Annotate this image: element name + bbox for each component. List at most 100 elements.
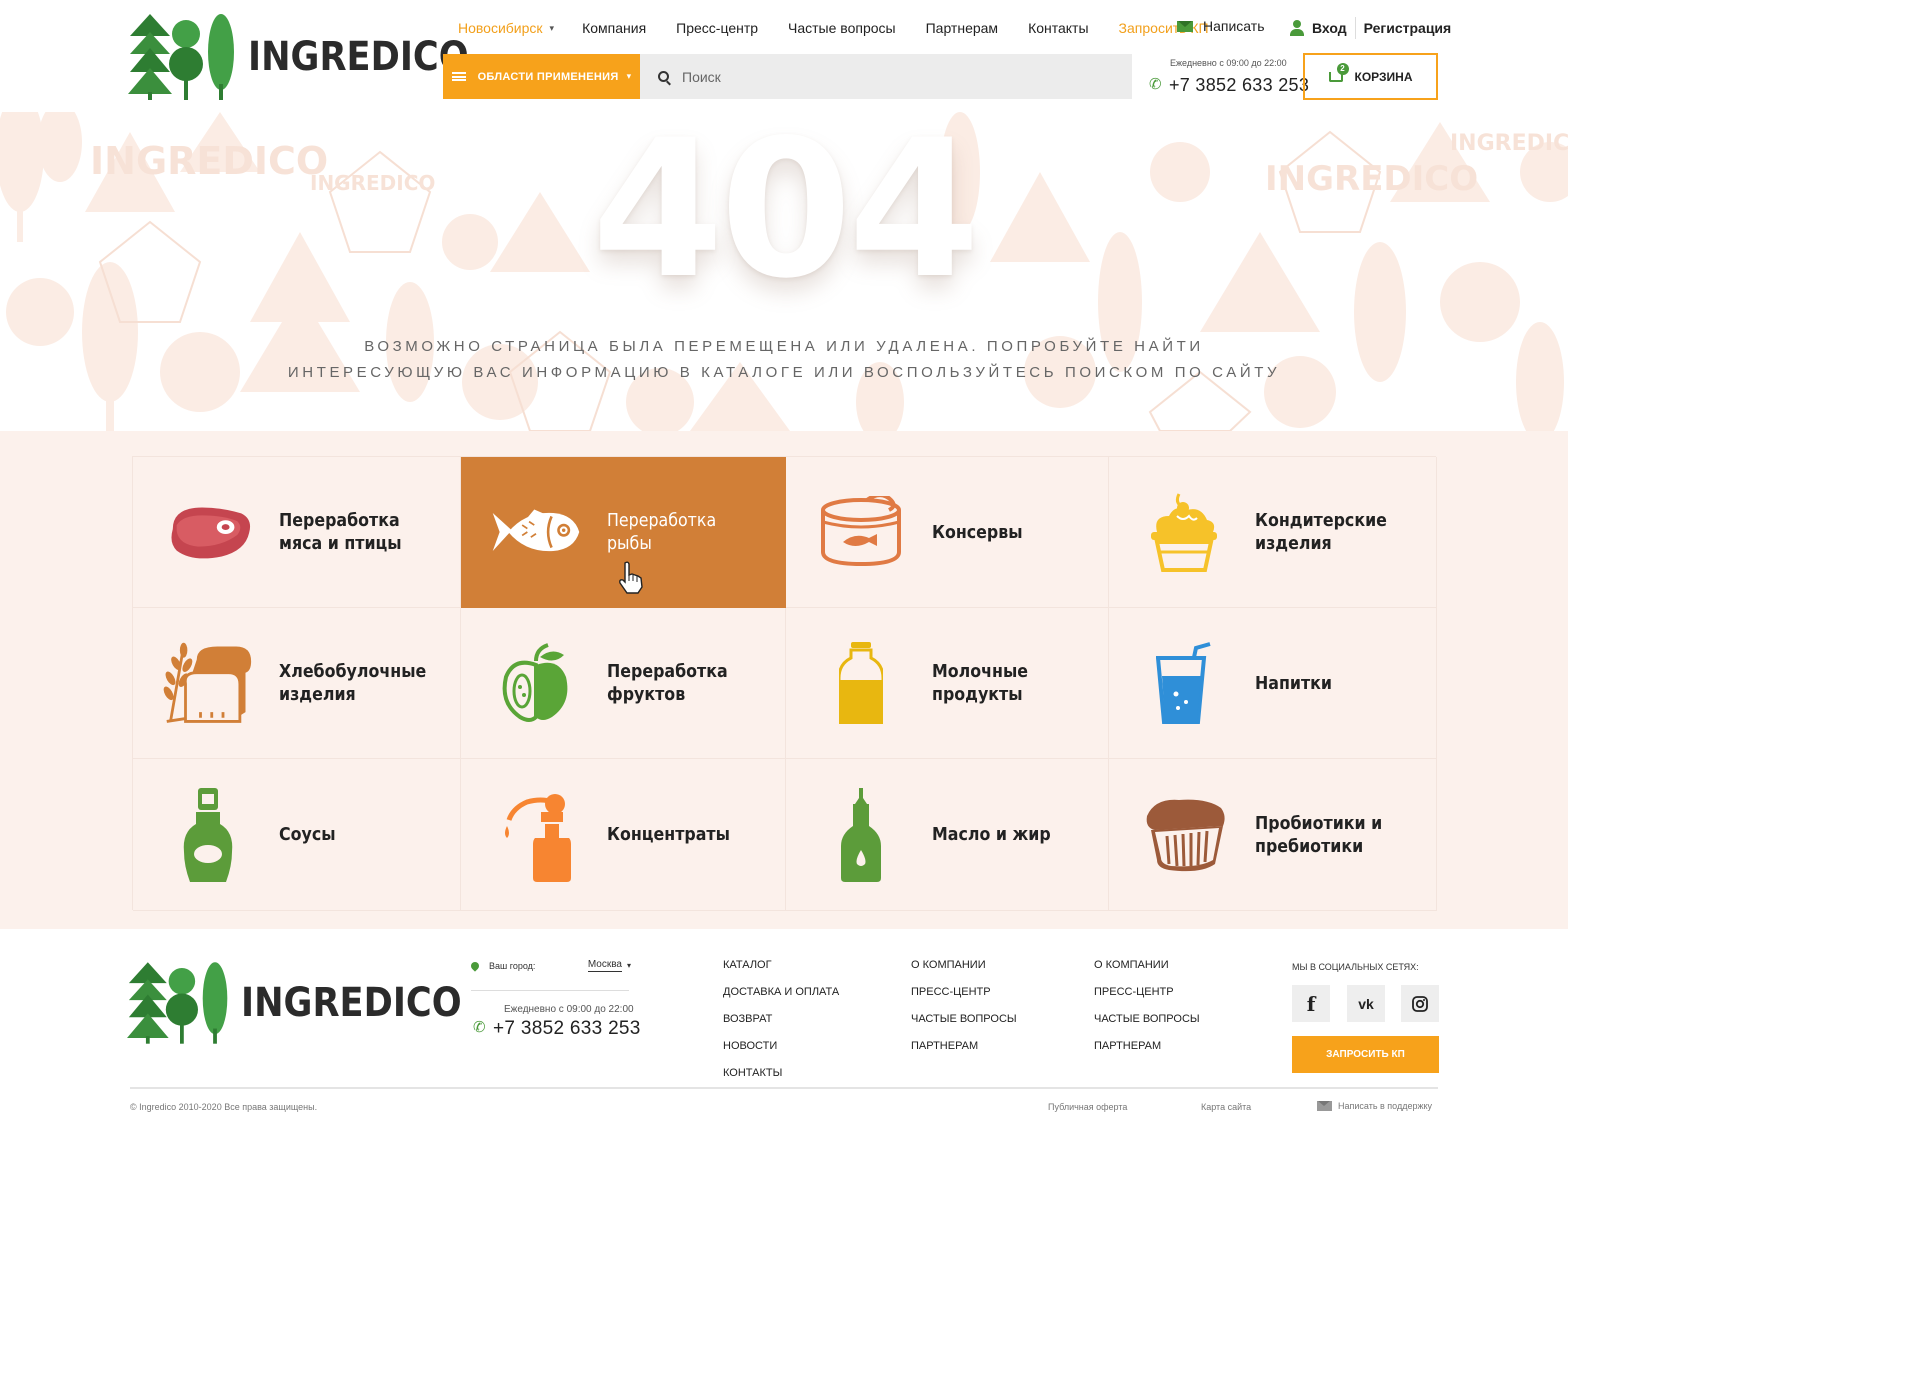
category-fruit[interactable]: Переработка фруктов	[461, 608, 786, 759]
footer-link[interactable]: Пресс-центр	[1094, 984, 1200, 1011]
footer-logo-text: INGREDICO	[241, 980, 462, 1026]
footer-link[interactable]: Партнерам	[911, 1038, 1017, 1065]
category-label: Переработка мяса и птицы	[279, 510, 402, 554]
category-label: Масло и жир	[932, 824, 1051, 845]
categories-grid: Переработка мяса и птицы Переработка рыб…	[132, 456, 1437, 911]
nav-partners[interactable]: Партнерам	[926, 20, 998, 36]
category-canned[interactable]: Консервы	[786, 457, 1109, 608]
bread-wheat-icon	[163, 638, 253, 728]
sauce-bottle-icon	[163, 787, 253, 882]
nav-company[interactable]: Компания	[582, 20, 646, 36]
sitemap-link[interactable]: Карта сайта	[1201, 1102, 1251, 1112]
svg-text:INGREDICO: INGREDICO	[1265, 159, 1478, 199]
category-concentrates[interactable]: Концентраты	[461, 759, 786, 911]
application-areas-button[interactable]: ОБЛАСТИ ПРИМЕНЕНИЯ ▾	[443, 54, 640, 99]
write-label: Написать	[1203, 18, 1265, 34]
category-drinks[interactable]: Напитки	[1109, 608, 1437, 759]
milk-bottle-icon	[816, 638, 906, 728]
category-oil-fat[interactable]: Масло и жир	[786, 759, 1109, 911]
footer-link[interactable]: Частые вопросы	[1094, 1011, 1200, 1038]
footer-link[interactable]: Партнерам	[1094, 1038, 1200, 1065]
cart-label: КОРЗИНА	[1354, 69, 1413, 84]
category-sauces[interactable]: Соусы	[133, 759, 461, 911]
cart-button[interactable]: 2 КОРЗИНА	[1303, 53, 1438, 100]
fish-icon	[491, 487, 581, 577]
category-probiotics[interactable]: Пробиотики и пребиотики	[1109, 759, 1437, 911]
footer-link[interactable]: Доставка и оплата	[723, 984, 839, 1011]
phone-number[interactable]: +7 3852 633 253	[1149, 75, 1310, 96]
svg-text:INGREDICO: INGREDICO	[90, 139, 328, 183]
chevron-down-icon: ▾	[549, 22, 555, 33]
error-message: Возможно страница была перемещена или уд…	[200, 334, 1368, 386]
footer-link[interactable]: О компании	[911, 957, 1017, 984]
footer-phone-text: +7 3852 633 253	[493, 1018, 641, 1039]
chevron-down-icon: ▾	[626, 71, 632, 81]
error-hero: INGREDICO INGREDICO INGREDICO INGREDICO …	[0, 112, 1568, 431]
svg-text:INGREDICO: INGREDICO	[310, 171, 435, 195]
footer-link[interactable]: Новости	[723, 1038, 839, 1065]
top-navigation: Новосибирск ▾ Компания Пресс-центр Часты…	[458, 18, 1209, 38]
drink-glass-icon	[1139, 638, 1229, 728]
public-offer-link[interactable]: Публичная оферта	[1048, 1102, 1127, 1112]
vk-icon[interactable]: vk	[1347, 985, 1385, 1022]
category-label: Напитки	[1255, 672, 1333, 694]
city-value[interactable]: Москва	[587, 959, 622, 972]
meat-steak-icon	[163, 487, 253, 577]
working-hours: Ежедневно с 09:00 до 22:00	[1170, 58, 1287, 68]
oil-bottle-icon	[816, 787, 906, 882]
login-link[interactable]: Вход	[1312, 20, 1347, 36]
write-link[interactable]: Написать	[1177, 18, 1264, 34]
auth-links: Вход Регистрация	[1290, 17, 1451, 39]
nav-press-center[interactable]: Пресс-центр	[676, 20, 758, 36]
search-icon[interactable]	[658, 71, 669, 82]
search-input[interactable]	[682, 68, 1082, 85]
site-header: INGREDICO Новосибирск ▾ Компания Пресс-ц…	[0, 0, 1568, 112]
footer-phone[interactable]: +7 3852 633 253	[473, 1018, 641, 1040]
probiotic-cup-icon	[1139, 790, 1229, 880]
envelope-icon	[1177, 20, 1193, 32]
footer-link[interactable]: О компании	[1094, 957, 1200, 984]
copyright: © Ingredico 2010-2020 Все права защищены…	[130, 1102, 318, 1112]
category-label: Пробиотики и пребиотики	[1255, 812, 1383, 857]
instagram-icon[interactable]	[1401, 985, 1439, 1022]
nav-faq[interactable]: Частые вопросы	[788, 20, 896, 36]
user-icon	[1290, 20, 1304, 36]
footer-logo[interactable]: INGREDICO	[127, 961, 492, 1045]
footer-link[interactable]: Возврат	[723, 1011, 839, 1038]
nav-contacts[interactable]: Контакты	[1028, 20, 1088, 36]
category-confectionery[interactable]: Кондитерские изделия	[1109, 457, 1437, 608]
phone-text: +7 3852 633 253	[1169, 75, 1310, 95]
svg-text:INGREDICO: INGREDICO	[1450, 131, 1568, 156]
footer-request-quote-button[interactable]: Запросить КП	[1292, 1036, 1439, 1073]
footer-city-selector[interactable]: Ваш город: Москва ▾	[469, 959, 631, 972]
categories-section: Переработка мяса и птицы Переработка рыб…	[0, 431, 1568, 929]
chevron-down-icon: ▾	[626, 961, 631, 970]
category-label: Концентраты	[607, 824, 730, 845]
footer-link[interactable]: Пресс-центр	[911, 984, 1017, 1011]
city-name: Новосибирск	[458, 20, 543, 36]
category-fish[interactable]: Переработка рыбы	[461, 457, 786, 608]
envelope-icon	[1317, 1101, 1332, 1111]
footer-link[interactable]: Каталог	[723, 957, 839, 984]
facebook-icon[interactable]: f	[1292, 985, 1330, 1022]
city-selector[interactable]: Новосибирск ▾	[458, 20, 554, 36]
menu-icon	[451, 72, 466, 81]
category-label: Переработка фруктов	[607, 661, 728, 705]
footer-link[interactable]: Частые вопросы	[911, 1011, 1017, 1038]
support-link[interactable]: Написать в поддержку	[1317, 1101, 1432, 1111]
location-pin-icon	[469, 959, 481, 972]
search-box	[640, 54, 1132, 99]
category-label: Консервы	[932, 521, 1023, 543]
error-message-line-2: интересующую вас информацию в каталоге и…	[287, 364, 1281, 381]
footer-working-hours: Ежедневно с 09:00 до 22:00	[504, 1004, 634, 1015]
cart-icon: 2	[1328, 62, 1349, 82]
dropper-bottle-icon	[491, 790, 581, 882]
category-dairy[interactable]: Молочные продукты	[786, 608, 1109, 759]
hand-cursor-icon	[619, 561, 643, 594]
category-bakery[interactable]: Хлебобулочные изделия	[133, 608, 461, 759]
category-label: Молочные продукты	[932, 661, 1029, 705]
category-meat[interactable]: Переработка мяса и птицы	[133, 457, 461, 608]
register-link[interactable]: Регистрация	[1364, 20, 1452, 36]
logo-text: INGREDICO	[248, 34, 469, 80]
trees-logo-icon	[127, 962, 228, 1044]
